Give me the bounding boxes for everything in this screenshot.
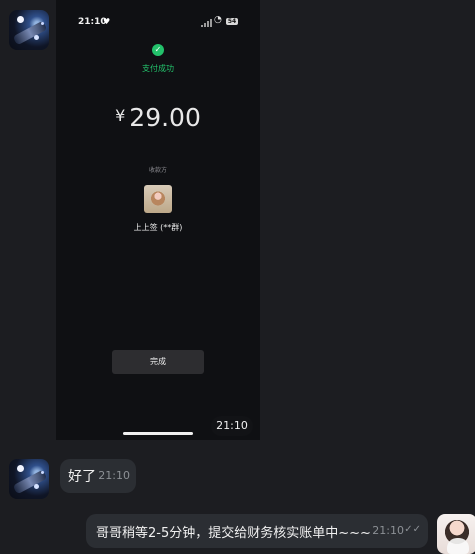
sender-avatar-bottom[interactable]: [9, 459, 49, 499]
signal-icon: [201, 19, 212, 27]
read-receipt-icon: ✓✓: [404, 524, 421, 535]
outgoing-message-bubble[interactable]: 哥哥稍等2-5分钟，提交给财务核实账单中~~~ 21:10 ✓✓: [86, 514, 428, 548]
payee-name: 上上签 (**群): [133, 223, 183, 232]
sender-avatar-top[interactable]: [9, 10, 49, 50]
home-indicator: [123, 432, 193, 435]
amount-value: 29.00: [129, 103, 201, 132]
wifi-icon: ◔: [214, 15, 222, 25]
status-bar: 21:10 ♥ ◔ 54: [56, 15, 260, 32]
heart-icon: ♥: [103, 17, 111, 26]
incoming-message-bubble[interactable]: 好了 21:10: [60, 459, 136, 493]
payment-screenshot: 21:10 ♥ ◔ 54 ✓ 支付成功 ¥29.00 收款方 上上签 (**群)…: [56, 0, 260, 440]
success-check-icon: ✓: [152, 44, 164, 56]
battery-icon: 54: [226, 18, 238, 25]
payee-avatar: [144, 185, 172, 213]
outgoing-message-time: 21:10: [372, 524, 404, 537]
outgoing-message-text: 哥哥稍等2-5分钟，提交给财务核实账单中~~~: [96, 526, 371, 541]
currency-symbol: ¥: [115, 106, 126, 125]
done-button[interactable]: 完成: [112, 350, 204, 374]
payee-label: 收款方: [148, 167, 167, 174]
payment-success-label: 支付成功: [142, 64, 174, 73]
receiver-avatar[interactable]: [437, 514, 475, 554]
payment-amount: ¥29.00: [56, 103, 260, 132]
message-time-pill: 21:10: [211, 416, 253, 436]
incoming-message-text: 好了: [68, 469, 96, 485]
incoming-message-time: 21:10: [98, 469, 130, 482]
